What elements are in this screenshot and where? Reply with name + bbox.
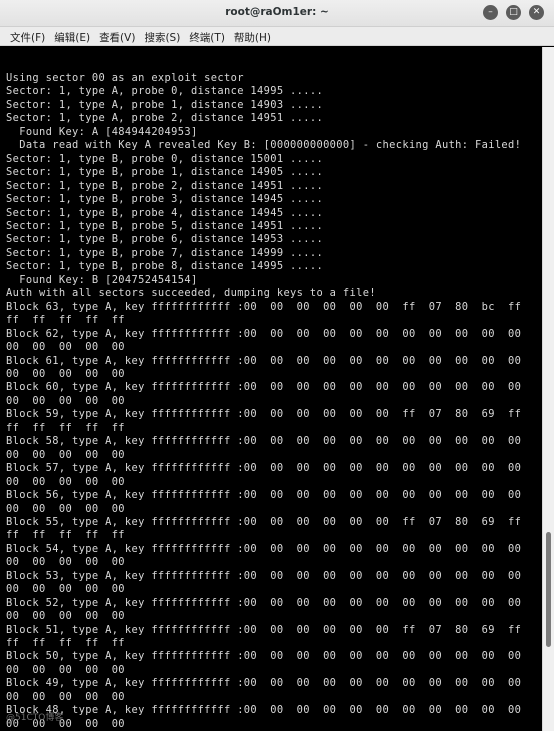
scrollbar-thumb[interactable] bbox=[546, 532, 551, 647]
menu-help[interactable]: 帮助(H) bbox=[230, 27, 276, 45]
terminal-line: Sector: 1, type A, probe 0, distance 149… bbox=[6, 85, 324, 98]
terminal-line: 00 00 00 00 00 bbox=[6, 690, 125, 703]
terminal-line: Block 60, type A, key ffffffffffff :00 0… bbox=[6, 381, 522, 394]
terminal-line: Block 50, type A, key ffffffffffff :00 0… bbox=[6, 650, 522, 663]
terminal-line: 00 00 00 00 00 bbox=[6, 502, 125, 515]
menu-terminal[interactable]: 终端(T) bbox=[185, 27, 230, 45]
terminal-line: Sector: 1, type B, probe 8, distance 149… bbox=[6, 260, 324, 273]
terminal-line: Block 55, type A, key ffffffffffff :00 0… bbox=[6, 515, 522, 528]
menu-view[interactable]: 查看(V) bbox=[95, 27, 140, 45]
terminal-line: 00 00 00 00 00 bbox=[6, 367, 125, 380]
terminal-line: Block 48, type A, key ffffffffffff :00 0… bbox=[6, 704, 522, 717]
terminal-line: Block 58, type A, key ffffffffffff :00 0… bbox=[6, 435, 522, 448]
terminal-line: Block 62, type A, key ffffffffffff :00 0… bbox=[6, 327, 522, 340]
terminal-line: Sector: 1, type B, probe 5, distance 149… bbox=[6, 219, 324, 232]
terminal-text: Using sector 00 as an exploit sector Sec… bbox=[0, 47, 542, 731]
terminal-line: 00 00 00 00 00 bbox=[6, 394, 125, 407]
terminal-line: Block 56, type A, key ffffffffffff :00 0… bbox=[6, 489, 522, 502]
window-title: root@raOm1er: ~ bbox=[225, 6, 329, 18]
terminal-line: Using sector 00 as an exploit sector bbox=[6, 72, 244, 84]
terminal-line: Block 63, type A, key ffffffffffff :00 0… bbox=[6, 300, 522, 313]
terminal-line: Sector: 1, type B, probe 4, distance 149… bbox=[6, 206, 324, 219]
terminal-line: Found Key: A [484944204953] bbox=[6, 125, 198, 138]
terminal-output[interactable]: Using sector 00 as an exploit sector Sec… bbox=[0, 47, 542, 731]
terminal-line: ff ff ff ff ff bbox=[6, 314, 125, 327]
terminal-line: 00 00 00 00 00 bbox=[6, 475, 125, 488]
terminal-line: ff ff ff ff ff bbox=[6, 529, 125, 542]
terminal-line: Sector: 1, type A, probe 2, distance 149… bbox=[6, 112, 324, 125]
terminal-line: 00 00 00 00 00 bbox=[6, 341, 125, 354]
terminal-window: root@raOm1er: ~ – □ ✕ 文件(F) 编辑(E) 查看(V) … bbox=[0, 0, 554, 731]
watermark: @51CTO博客 bbox=[6, 713, 64, 723]
terminal-line: 00 00 00 00 00 bbox=[6, 556, 125, 569]
terminal-line: Sector: 1, type A, probe 1, distance 149… bbox=[6, 98, 324, 111]
terminal-line: ff ff ff ff ff bbox=[6, 421, 125, 434]
terminal-line: Block 53, type A, key ffffffffffff :00 0… bbox=[6, 569, 522, 582]
terminal-line: Sector: 1, type B, probe 3, distance 149… bbox=[6, 193, 324, 206]
scrollbar[interactable] bbox=[542, 47, 554, 731]
terminal-line: Block 54, type A, key ffffffffffff :00 0… bbox=[6, 542, 522, 555]
terminal-line: Sector: 1, type B, probe 2, distance 149… bbox=[6, 179, 324, 192]
menu-search[interactable]: 搜索(S) bbox=[140, 27, 185, 45]
terminal-line: Data read with Key A revealed Key B: [00… bbox=[6, 139, 522, 152]
terminal-line: Sector: 1, type B, probe 1, distance 149… bbox=[6, 166, 324, 179]
terminal-line: 00 00 00 00 00 bbox=[6, 583, 125, 596]
menu-bar: 文件(F) 编辑(E) 查看(V) 搜索(S) 终端(T) 帮助(H) bbox=[0, 27, 554, 46]
menu-edit[interactable]: 编辑(E) bbox=[50, 27, 95, 45]
terminal-line: Block 61, type A, key ffffffffffff :00 0… bbox=[6, 354, 522, 367]
terminal-line: Block 49, type A, key ffffffffffff :00 0… bbox=[6, 677, 522, 690]
terminal-line: 00 00 00 00 00 bbox=[6, 610, 125, 623]
terminal-line: Block 52, type A, key ffffffffffff :00 0… bbox=[6, 596, 522, 609]
maximize-icon[interactable]: □ bbox=[506, 5, 521, 20]
terminal-line: Auth with all sectors succeeded, dumping… bbox=[6, 287, 376, 300]
menu-file[interactable]: 文件(F) bbox=[6, 27, 50, 45]
terminal-line: Sector: 1, type B, probe 7, distance 149… bbox=[6, 246, 324, 259]
terminal-line: 00 00 00 00 00 bbox=[6, 448, 125, 461]
terminal-line: Sector: 1, type B, probe 6, distance 149… bbox=[6, 233, 324, 246]
minimize-icon[interactable]: – bbox=[483, 5, 498, 20]
terminal-line: Block 59, type A, key ffffffffffff :00 0… bbox=[6, 408, 522, 421]
window-controls: – □ ✕ bbox=[483, 5, 544, 20]
terminal-line: 00 00 00 00 00 bbox=[6, 663, 125, 676]
terminal-line: Block 51, type A, key ffffffffffff :00 0… bbox=[6, 623, 522, 636]
terminal-line: Sector: 1, type B, probe 0, distance 150… bbox=[6, 152, 324, 165]
terminal-line: Block 57, type A, key ffffffffffff :00 0… bbox=[6, 462, 522, 475]
terminal-line: Found Key: B [204752454154] bbox=[6, 273, 198, 286]
terminal-line: ff ff ff ff ff bbox=[6, 637, 125, 650]
title-bar[interactable]: root@raOm1er: ~ – □ ✕ bbox=[0, 0, 554, 27]
close-icon[interactable]: ✕ bbox=[529, 5, 544, 20]
